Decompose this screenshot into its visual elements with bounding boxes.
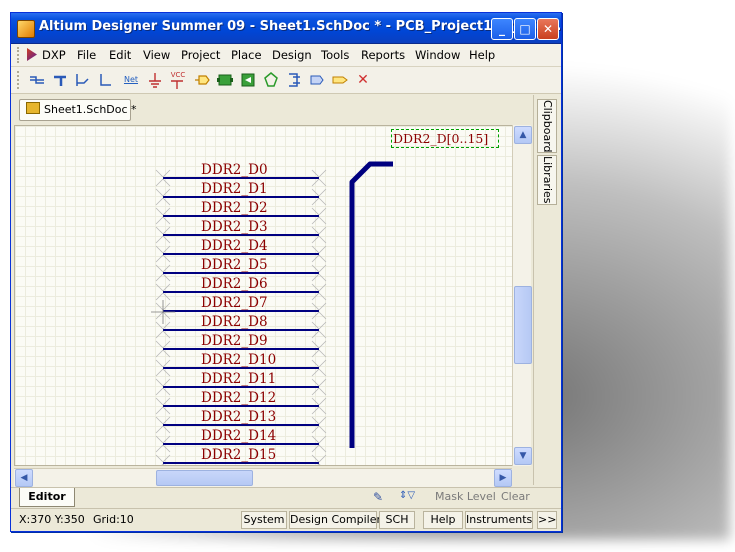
schdoc-icon <box>26 102 40 114</box>
menu-reports[interactable]: Reports <box>361 48 405 62</box>
bus-entry-icon[interactable] <box>74 71 92 89</box>
cursor-crosshair <box>151 300 175 324</box>
device-sheet-icon[interactable] <box>262 71 280 89</box>
app-window: Altium Designer Summer 09 - Sheet1.SchDo… <box>10 12 562 532</box>
no-erc-icon[interactable]: ✕ <box>354 71 372 89</box>
editor-bar: Editor ✎ ⇕▽ Mask Level Clear <box>11 487 561 508</box>
side-panel-tabs: Clipboard Libraries <box>533 95 560 485</box>
bus-line[interactable] <box>349 161 393 448</box>
toolbar-grip[interactable] <box>17 71 23 89</box>
scroll-up-button[interactable]: ▲ <box>514 126 532 144</box>
harness-icon[interactable] <box>97 71 115 89</box>
vertical-scrollbar[interactable]: ▲ ▼ <box>512 125 532 466</box>
sheet-entry-icon[interactable] <box>239 71 257 89</box>
mask-level-button[interactable]: Mask Level <box>435 490 496 503</box>
net-label[interactable]: DDR2_D7 <box>201 295 268 311</box>
harness-entry-icon[interactable] <box>285 71 303 89</box>
net-label[interactable]: DDR2_D15 <box>201 447 276 463</box>
clear-button[interactable]: Clear <box>501 490 530 503</box>
vcc-icon-label: VCC <box>170 71 186 79</box>
horizontal-scroll-thumb[interactable] <box>156 470 253 486</box>
menubar-grip[interactable] <box>17 47 23 63</box>
net-label[interactable]: DDR2_D2 <box>201 200 268 216</box>
menu-dxp[interactable]: DXP <box>42 48 66 62</box>
filter-icon[interactable]: ⇕▽ <box>399 490 429 506</box>
status-more-button[interactable]: >> <box>537 511 557 529</box>
menu-file[interactable]: File <box>77 48 96 62</box>
status-sch-button[interactable]: SCH <box>379 511 415 529</box>
wiring-toolbar: Net VCC ✕ <box>11 67 561 94</box>
wire-icon[interactable] <box>28 71 46 89</box>
part-icon[interactable] <box>193 71 211 89</box>
close-button[interactable]: ✕ <box>537 18 559 40</box>
status-help-button[interactable]: Help <box>423 511 463 529</box>
vcc-icon[interactable]: VCC <box>168 71 188 89</box>
menu-help[interactable]: Help <box>469 48 495 62</box>
status-instruments-button[interactable]: Instruments <box>465 511 533 529</box>
grid-size: Grid:10 <box>93 513 134 526</box>
menu-project[interactable]: Project <box>181 48 220 62</box>
menu-view[interactable]: View <box>143 48 170 62</box>
net-label[interactable]: DDR2_D8 <box>201 314 268 330</box>
document-tab-strip: Sheet1.SchDoc * <box>11 94 533 124</box>
menu-design[interactable]: Design <box>272 48 312 62</box>
sheet-symbol-icon[interactable] <box>216 71 234 89</box>
dxp-icon <box>27 48 37 61</box>
altium-app-icon <box>17 20 35 38</box>
net-label[interactable]: DDR2_D4 <box>201 238 268 254</box>
bus-icon[interactable] <box>51 71 69 89</box>
clipboard-panel-tab[interactable]: Clipboard <box>537 99 557 153</box>
document-tab-label: Sheet1.SchDoc * <box>44 103 137 116</box>
gnd-icon[interactable] <box>146 71 164 89</box>
schematic-canvas[interactable]: DDR2_D0 DDR2_D1 DDR2_D2 DDR2_D3 DDR2_D4 DDR2_… <box>14 125 514 466</box>
net-label[interactable]: DDR2_D10 <box>201 352 276 368</box>
menu-bar: DXP File Edit View Project Place Design … <box>11 44 561 67</box>
net-label[interactable]: DDR2_D13 <box>201 409 276 425</box>
net-label[interactable]: DDR2_D6 <box>201 276 268 292</box>
scroll-right-button[interactable]: ▶ <box>494 469 512 487</box>
vertical-scroll-thumb[interactable] <box>514 286 532 364</box>
cursor-coordinates: X:370 Y:350 <box>19 513 85 526</box>
libraries-panel-tab[interactable]: Libraries <box>537 155 557 205</box>
status-system-button[interactable]: System <box>241 511 287 529</box>
menu-tools[interactable]: Tools <box>321 48 349 62</box>
minimize-button[interactable]: _ <box>491 18 513 40</box>
status-design-compiler-button[interactable]: Design Compiler <box>289 511 381 529</box>
directive-icon[interactable] <box>331 71 349 89</box>
window-title: Altium Designer Summer 09 - Sheet1.SchDo… <box>39 19 562 34</box>
net-label-icon[interactable]: Net <box>120 71 142 89</box>
net-label[interactable]: DDR2_D0 <box>201 162 268 178</box>
net-label[interactable]: DDR2_D11 <box>201 371 276 387</box>
net-label[interactable]: DDR2_D5 <box>201 257 268 273</box>
maximize-button[interactable]: □ <box>514 18 536 40</box>
port-icon[interactable] <box>308 71 326 89</box>
scroll-left-button[interactable]: ◀ <box>15 469 33 487</box>
net-label[interactable]: DDR2_D1 <box>201 181 268 197</box>
document-tab-sheet1[interactable]: Sheet1.SchDoc * <box>19 99 137 121</box>
net-label[interactable]: DDR2_D14 <box>201 428 276 444</box>
menu-edit[interactable]: Edit <box>109 48 131 62</box>
net-label[interactable]: DDR2_D12 <box>201 390 276 406</box>
editor-tab[interactable]: Editor <box>19 488 75 507</box>
status-bar: X:370 Y:350 Grid:10 System Design Compil… <box>11 508 561 531</box>
scroll-down-button[interactable]: ▼ <box>514 447 532 465</box>
net-label[interactable]: DDR2_D9 <box>201 333 268 349</box>
menu-place[interactable]: Place <box>231 48 262 62</box>
horizontal-scrollbar[interactable]: ◀ ▶ <box>14 468 512 487</box>
menu-window[interactable]: Window <box>415 48 460 62</box>
title-bar[interactable]: Altium Designer Summer 09 - Sheet1.SchDo… <box>11 13 561 44</box>
pencil-icon[interactable]: ✎ <box>373 490 391 506</box>
net-label[interactable]: DDR2_D3 <box>201 219 268 235</box>
bus-net-label[interactable]: DDR2_D[0..15] <box>391 129 500 148</box>
